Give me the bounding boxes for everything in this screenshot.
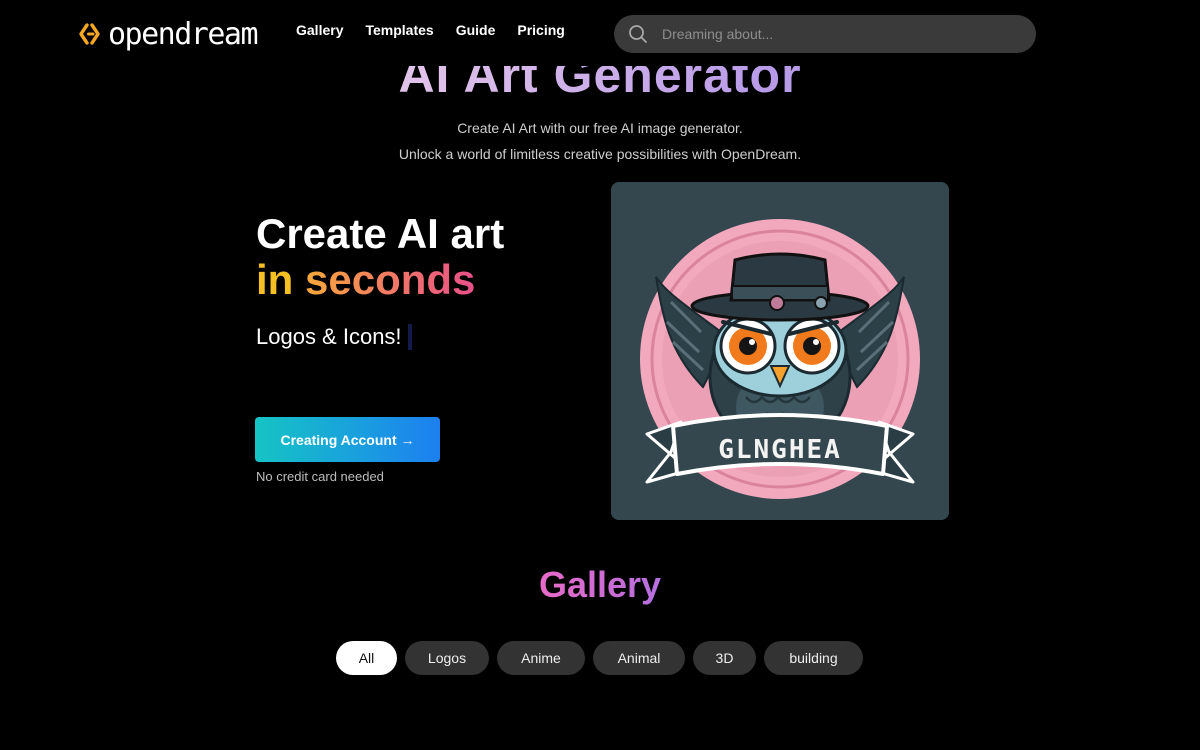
headline-seconds: seconds (305, 256, 476, 303)
search-bar[interactable] (614, 15, 1036, 53)
search-input[interactable] (662, 15, 1022, 53)
nav-links: Gallery Templates Guide Pricing (296, 22, 565, 38)
nav-link-gallery[interactable]: Gallery (296, 22, 343, 38)
chip-building[interactable]: building (764, 641, 863, 675)
brand-logo[interactable]: opendream (78, 14, 259, 54)
typewriter-value: Logos & Icons! (256, 324, 402, 349)
gallery-filter-chips: All Logos Anime Animal 3D building (336, 641, 863, 675)
hero-subtitle-line1: Create AI Art with our free AI image gen… (457, 120, 743, 136)
chip-3d[interactable]: 3D (693, 641, 756, 675)
chip-all[interactable]: All (336, 641, 397, 675)
artwork-banner-text: GLNGHEA (718, 435, 842, 465)
headline-line1: Create AI art (256, 210, 505, 257)
hero-headline: Create AI art in seconds (256, 211, 504, 303)
chip-logos[interactable]: Logos (405, 641, 489, 675)
brand-name: opendream (108, 16, 259, 52)
nav-link-guide[interactable]: Guide (456, 22, 496, 38)
chip-animal[interactable]: Animal (593, 641, 685, 675)
no-credit-card-note: No credit card needed (256, 469, 384, 484)
page: opendream Gallery Templates Guide Pricin… (0, 0, 1200, 750)
opendream-logo-icon (79, 23, 100, 45)
search-icon (629, 25, 647, 43)
headline-line2: in seconds (256, 257, 504, 303)
gallery-title: Gallery (0, 564, 1200, 606)
nav-link-templates[interactable]: Templates (365, 22, 433, 38)
owl-logo-illustration: GLNGHEA (611, 182, 949, 520)
chip-anime[interactable]: Anime (497, 641, 585, 675)
create-account-button[interactable]: Creating Account → (255, 417, 440, 462)
headline-in: in (256, 256, 294, 303)
sample-artwork: GLNGHEA (611, 182, 949, 520)
nav-link-pricing[interactable]: Pricing (517, 22, 564, 38)
hero-subtitle-line2: Unlock a world of limitless creative pos… (398, 146, 802, 162)
typing-caret (407, 324, 412, 350)
typewriter-text: Logos & Icons! (256, 324, 412, 350)
top-nav: opendream Gallery Templates Guide Pricin… (0, 0, 1200, 66)
